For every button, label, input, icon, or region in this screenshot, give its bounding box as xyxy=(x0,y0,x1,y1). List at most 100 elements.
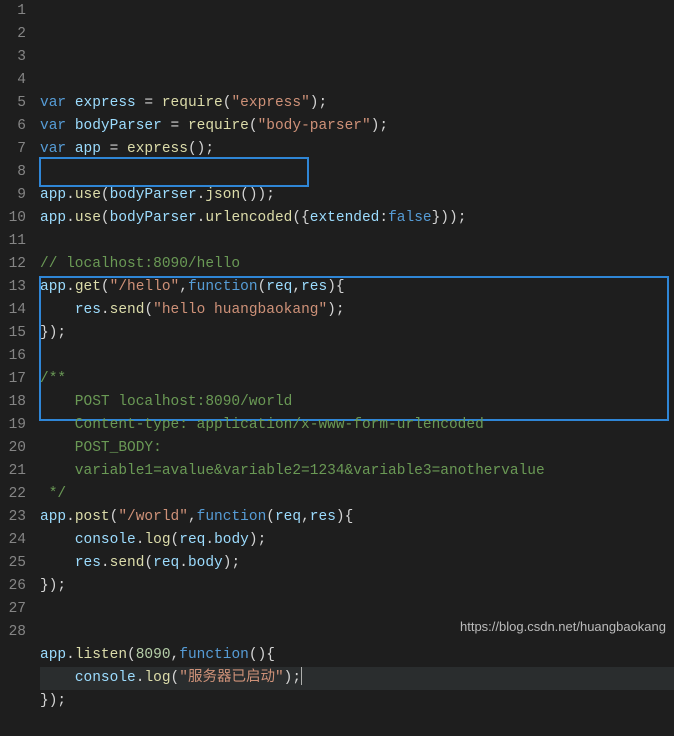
token-pl: ( xyxy=(266,509,275,525)
token-ident: app xyxy=(75,141,101,157)
token-fn: send xyxy=(110,302,145,318)
line-number: 26 xyxy=(6,575,26,598)
token-pl: ({ xyxy=(292,210,309,226)
code-line[interactable]: app.use(bodyParser.urlencoded({extended:… xyxy=(40,207,674,230)
token-pl: . xyxy=(66,509,75,525)
code-line[interactable] xyxy=(40,713,674,736)
line-number: 1 xyxy=(6,0,26,23)
token-ident: req xyxy=(153,555,179,571)
token-fn: json xyxy=(205,187,240,203)
token-ident: app xyxy=(40,187,66,203)
code-line[interactable]: */ xyxy=(40,483,674,506)
token-kw: function xyxy=(179,647,249,663)
token-pl: (); xyxy=(188,141,214,157)
token-pl: , xyxy=(179,279,188,295)
line-number: 21 xyxy=(6,460,26,483)
line-number: 7 xyxy=(6,138,26,161)
token-kw: false xyxy=(388,210,432,226)
code-line[interactable]: // localhost:8090/hello xyxy=(40,253,674,276)
line-number: 2 xyxy=(6,23,26,46)
line-number: 13 xyxy=(6,276,26,299)
token-pl: ( xyxy=(127,647,136,663)
code-line[interactable]: console.log(req.body); xyxy=(40,529,674,552)
token-pl xyxy=(40,555,75,571)
code-line[interactable]: res.send(req.body); xyxy=(40,552,674,575)
token-pl: = xyxy=(101,141,127,157)
code-line[interactable]: app.use(bodyParser.json()); xyxy=(40,184,674,207)
token-pl xyxy=(40,532,75,548)
token-pl: : xyxy=(379,210,388,226)
token-pl: . xyxy=(66,187,75,203)
token-pl: , xyxy=(171,647,180,663)
token-pl: ( xyxy=(101,187,110,203)
token-cmt: */ xyxy=(40,486,66,502)
code-line[interactable]: /** xyxy=(40,368,674,391)
token-pl xyxy=(66,141,75,157)
token-pl: ( xyxy=(144,302,153,318)
code-line[interactable]: POST_BODY: xyxy=(40,437,674,460)
code-area[interactable]: var express = require("express");var bod… xyxy=(38,0,674,644)
token-pl: , xyxy=(301,509,310,525)
code-editor[interactable]: 1234567891011121314151617181920212223242… xyxy=(0,0,674,644)
line-number: 4 xyxy=(6,69,26,92)
code-line[interactable]: app.listen(8090,function(){ xyxy=(40,644,674,667)
code-line[interactable]: variable1=avalue&variable2=1234&variable… xyxy=(40,460,674,483)
code-line[interactable]: var app = express(); xyxy=(40,138,674,161)
token-pl: . xyxy=(66,210,75,226)
line-number: 17 xyxy=(6,368,26,391)
code-line[interactable]: app.get("/hello",function(req,res){ xyxy=(40,276,674,299)
token-pl xyxy=(40,302,75,318)
code-line[interactable]: }); xyxy=(40,575,674,598)
code-line[interactable] xyxy=(40,230,674,253)
token-num: 8090 xyxy=(136,647,171,663)
token-ident: res xyxy=(301,279,327,295)
line-number-gutter: 1234567891011121314151617181920212223242… xyxy=(0,0,38,644)
token-pl: . xyxy=(101,302,110,318)
token-pl: ); xyxy=(327,302,344,318)
token-pl: ( xyxy=(144,555,153,571)
token-fn: post xyxy=(75,509,110,525)
token-cmt: variable1=avalue&variable2=1234&variable… xyxy=(40,463,545,479)
token-pl: . xyxy=(205,532,214,548)
line-number: 23 xyxy=(6,506,26,529)
code-line[interactable]: }); xyxy=(40,690,674,713)
token-pl: })); xyxy=(432,210,467,226)
code-line[interactable]: console.log("服务器已启动"); xyxy=(40,667,674,690)
token-pl: ( xyxy=(171,532,180,548)
line-number: 27 xyxy=(6,598,26,621)
code-line[interactable] xyxy=(40,161,674,184)
token-pl: ); xyxy=(249,532,266,548)
token-pl: = xyxy=(136,95,162,111)
token-ident: res xyxy=(75,302,101,318)
code-line[interactable]: app.post("/world",function(req,res){ xyxy=(40,506,674,529)
code-line[interactable]: POST localhost:8090/world xyxy=(40,391,674,414)
line-number: 8 xyxy=(6,161,26,184)
token-pl: ); xyxy=(284,670,301,686)
line-number: 11 xyxy=(6,230,26,253)
token-ident: app xyxy=(40,647,66,663)
code-line[interactable] xyxy=(40,345,674,368)
token-pl: ( xyxy=(258,279,267,295)
token-pl: . xyxy=(66,279,75,295)
token-fn: express xyxy=(127,141,188,157)
code-line[interactable]: }); xyxy=(40,322,674,345)
token-ident: extended xyxy=(310,210,380,226)
code-line[interactable]: var bodyParser = require("body-parser"); xyxy=(40,115,674,138)
token-kw: var xyxy=(40,118,66,134)
code-line[interactable]: Content-type: application/x-www-form-url… xyxy=(40,414,674,437)
token-ident: console xyxy=(75,532,136,548)
token-kw: function xyxy=(197,509,267,525)
token-ident: app xyxy=(40,509,66,525)
token-str: "hello huangbaokang" xyxy=(153,302,327,318)
code-line[interactable]: res.send("hello huangbaokang"); xyxy=(40,299,674,322)
token-pl: ()); xyxy=(240,187,275,203)
line-number: 16 xyxy=(6,345,26,368)
line-number: 12 xyxy=(6,253,26,276)
code-line[interactable]: var express = require("express"); xyxy=(40,92,674,115)
token-fn: require xyxy=(188,118,249,134)
line-number: 6 xyxy=(6,115,26,138)
token-ident: body xyxy=(214,532,249,548)
token-kw: function xyxy=(188,279,258,295)
token-pl: ( xyxy=(171,670,180,686)
token-pl: }); xyxy=(40,578,66,594)
